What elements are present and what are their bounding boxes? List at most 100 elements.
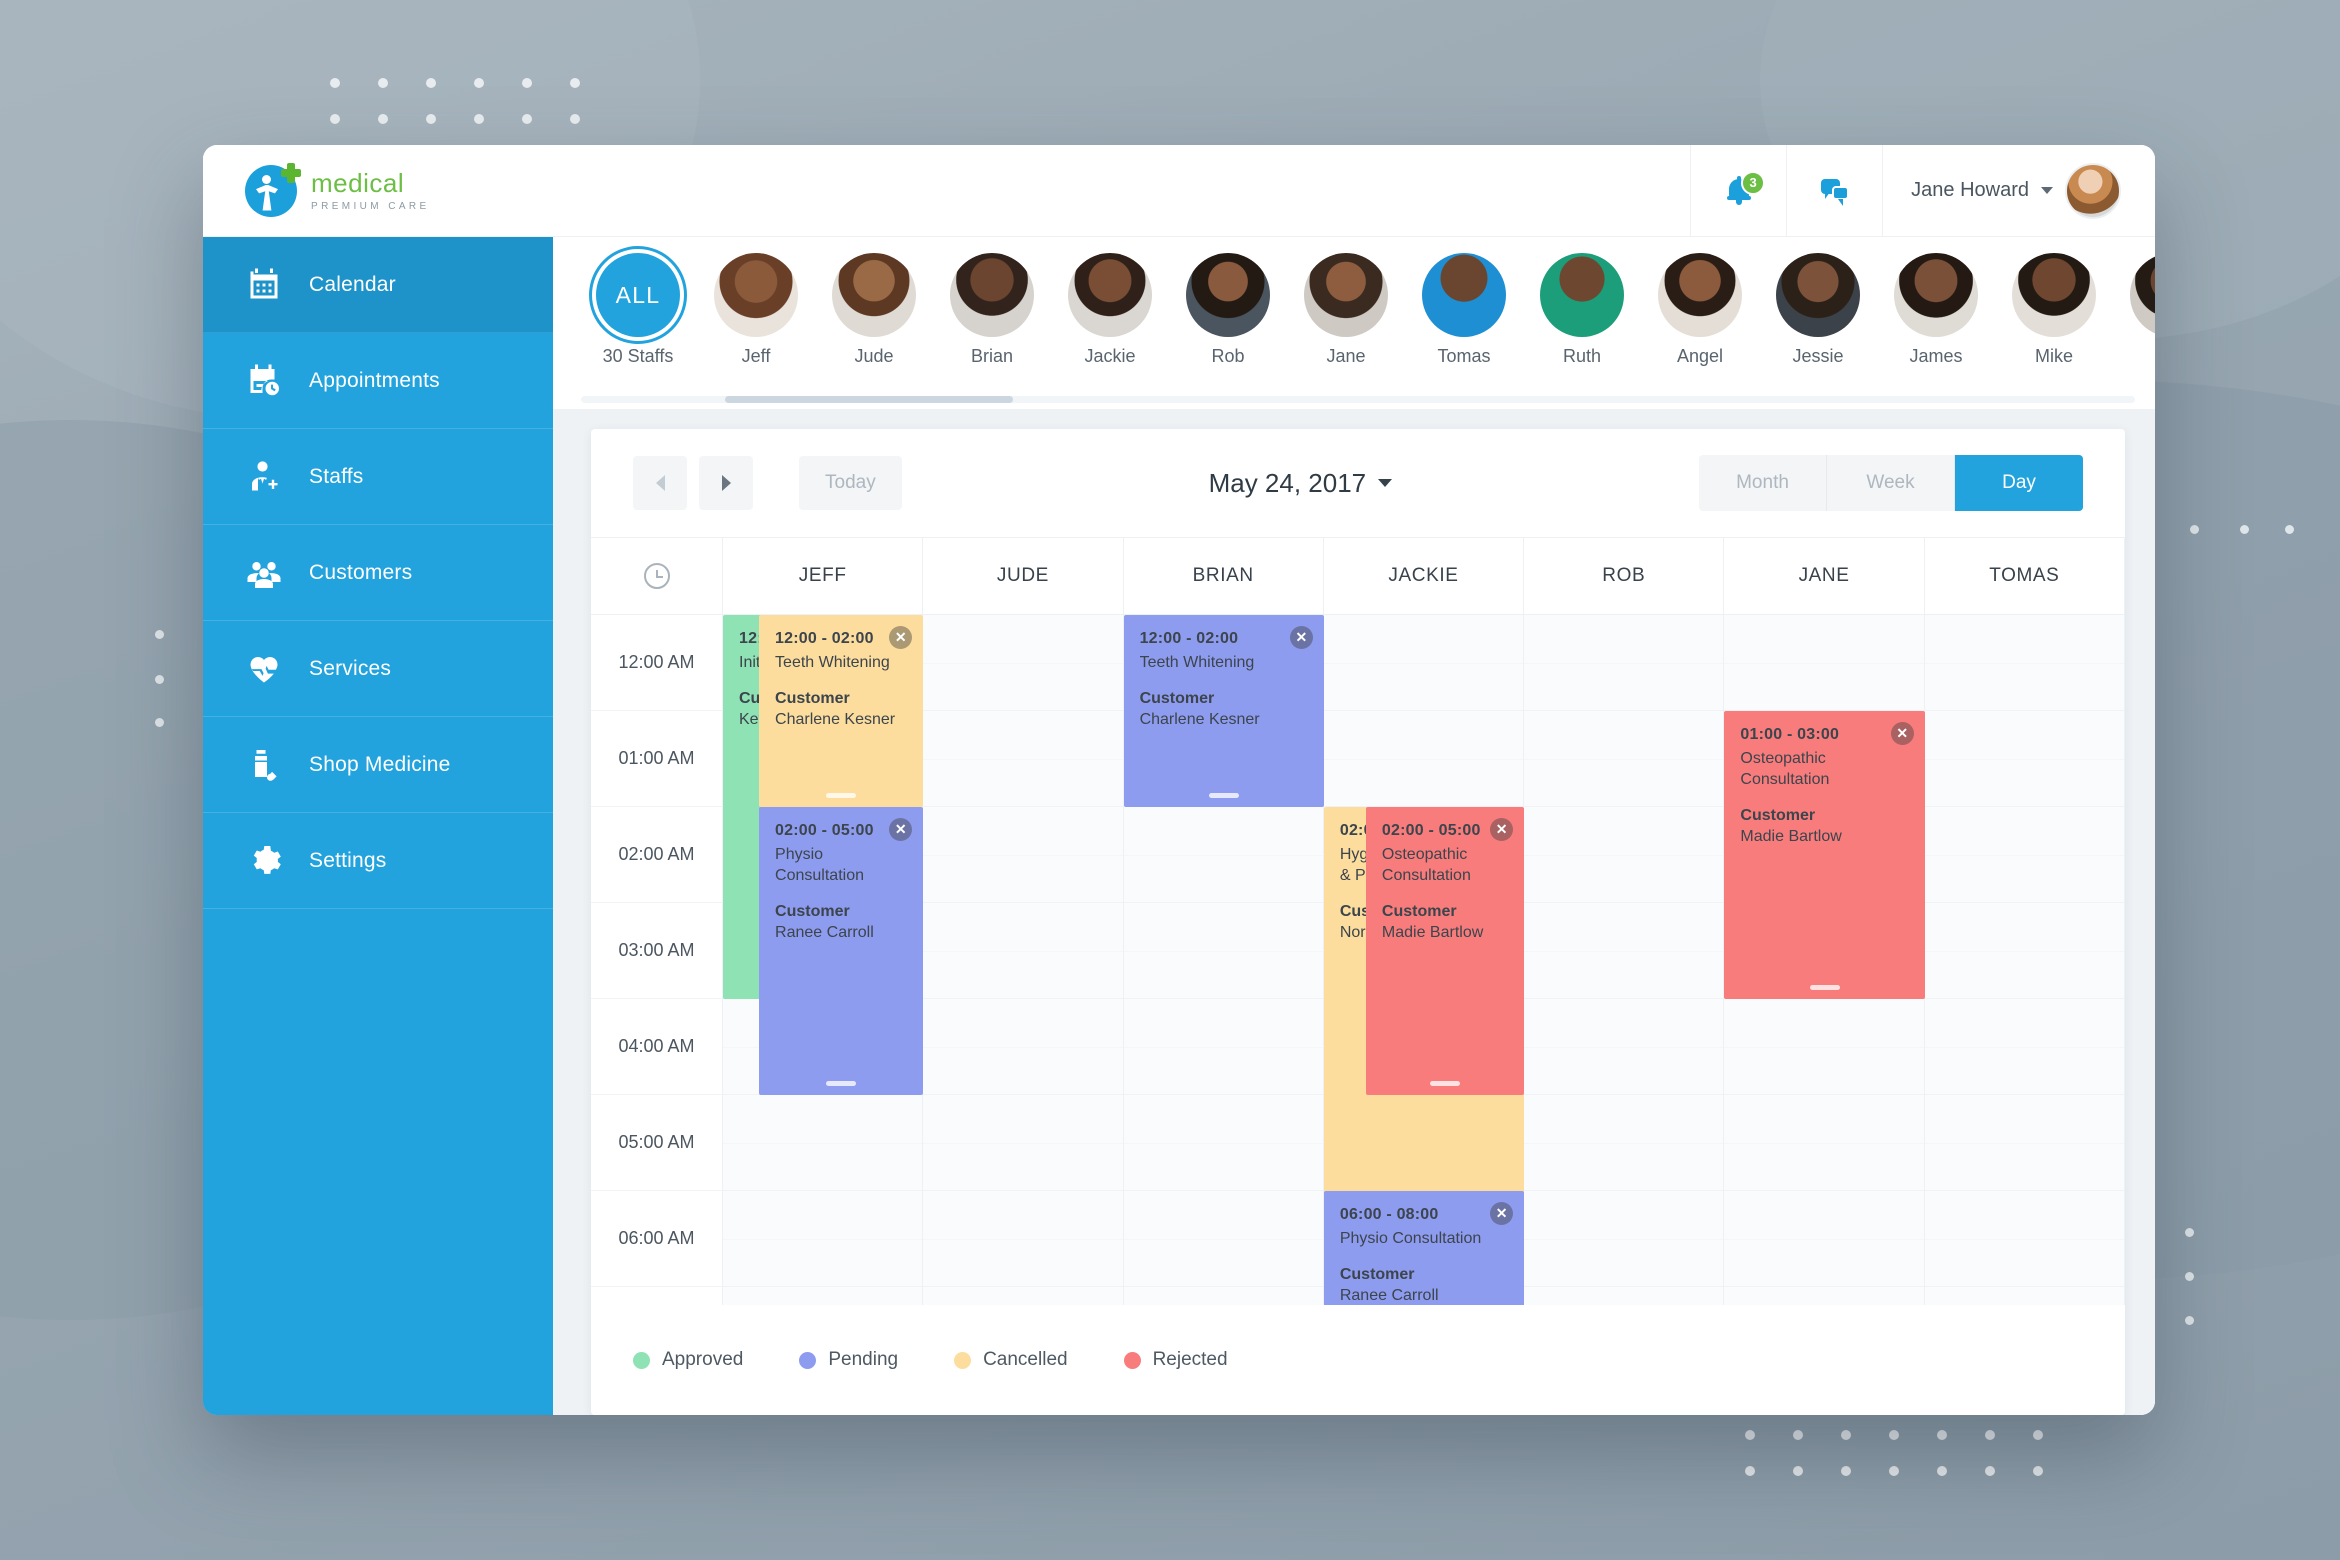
calendar-cell-rob[interactable] [1524, 903, 1725, 999]
calendar-cell-jude[interactable] [923, 711, 1124, 807]
calendar-cell-tomas[interactable] [1924, 615, 2125, 711]
column-header-jane[interactable]: JANE [1724, 538, 1925, 614]
event-resize-handle[interactable] [1430, 1081, 1461, 1086]
user-menu[interactable]: Jane Howard [1882, 145, 2155, 237]
date-picker[interactable]: May 24, 2017 [1209, 468, 1393, 499]
calendar-cell-tomas[interactable] [1924, 1095, 2125, 1191]
calendar-cell-jeff[interactable] [723, 1287, 924, 1305]
calendar-cell-rob[interactable] [1524, 1095, 1725, 1191]
calendar-cell-rob[interactable] [1524, 1191, 1725, 1287]
calendar-cell-brian[interactable] [1123, 903, 1324, 999]
calendar-event[interactable]: 02:00 - 05:00 Physio Consultation Customer… [759, 807, 924, 1095]
today-button[interactable]: Today [799, 456, 902, 510]
notifications-button[interactable]: 3 [1690, 145, 1786, 237]
calendar-cell-rob[interactable] [1524, 1287, 1725, 1305]
column-header-brian[interactable]: BRIAN [1124, 538, 1324, 614]
legend-dot [799, 1351, 817, 1369]
staff-filter-jeff[interactable]: Jeff [697, 253, 815, 367]
calendar-cell-rob[interactable] [1524, 807, 1725, 903]
calendar-cell-jude[interactable] [923, 1287, 1124, 1305]
calendar-event[interactable]: 02:00 - 05:00 Osteopathic Consultation Cust… [1365, 807, 1525, 1095]
staff-filter-dan[interactable]: Dan [2113, 253, 2155, 367]
staff-filter-jessie[interactable]: Jessie [1759, 253, 1877, 367]
column-header-jeff[interactable]: JEFF [723, 538, 924, 614]
close-circle-icon[interactable]: ✕ [1890, 722, 1914, 745]
close-circle-icon[interactable]: ✕ [1289, 626, 1313, 649]
calendar-cell-brian[interactable] [1123, 1191, 1324, 1287]
avatar[interactable] [2065, 162, 2121, 219]
calendar-event[interactable]: 12:00 - 02:00 Teeth Whitening Customer Char… [1123, 615, 1324, 807]
calendar-cell-jude[interactable] [923, 903, 1124, 999]
calendar-cell-jude[interactable] [923, 615, 1124, 711]
sidebar-item-customers[interactable]: Customers [203, 525, 553, 621]
calendar-cell-jude[interactable] [923, 807, 1124, 903]
staff-filter-james[interactable]: James [1877, 253, 1995, 367]
sidebar-item-calendar[interactable]: Calendar [203, 237, 553, 333]
calendar-cell-jackie[interactable] [1323, 615, 1525, 711]
sidebar-item-services[interactable]: Services [203, 621, 553, 717]
staff-strip-scrollbar[interactable] [553, 396, 2155, 403]
calendar-cell-rob[interactable] [1524, 711, 1725, 807]
event-resize-handle[interactable] [826, 1081, 857, 1086]
staff-filter-angel[interactable]: Angel [1641, 253, 1759, 367]
calendar-cell-jude[interactable] [923, 1095, 1124, 1191]
calendar-cell-jane[interactable] [1724, 999, 1925, 1095]
calendar-cell-brian[interactable] [1123, 807, 1324, 903]
event-resize-handle[interactable] [1809, 985, 1840, 990]
sidebar-item-label: Calendar [309, 272, 396, 296]
scrollbar-thumb[interactable] [725, 396, 1013, 403]
staff-filter-jackie[interactable]: Jackie [1051, 253, 1169, 367]
staff-filter-jude[interactable]: Jude [815, 253, 933, 367]
column-header-tomas[interactable]: TOMAS [1925, 538, 2125, 614]
calendar-cell-brian[interactable] [1123, 1095, 1324, 1191]
calendar-cell-tomas[interactable] [1924, 999, 2125, 1095]
close-circle-icon[interactable]: ✕ [1490, 1202, 1514, 1225]
calendar-cell-brian[interactable] [1123, 999, 1324, 1095]
prev-button[interactable] [633, 456, 687, 510]
staff-filter-mike[interactable]: Mike [1995, 253, 2113, 367]
calendar-cell-jude[interactable] [923, 999, 1124, 1095]
sidebar-item-settings[interactable]: Settings [203, 813, 553, 909]
event-resize-handle[interactable] [1208, 793, 1239, 798]
column-header-rob[interactable]: ROB [1524, 538, 1725, 614]
calendar-cell-tomas[interactable] [1924, 711, 2125, 807]
calendar-cell-jeff[interactable] [723, 1191, 924, 1287]
calendar-cell-rob[interactable] [1524, 999, 1725, 1095]
column-header-jackie[interactable]: JACKIE [1324, 538, 1525, 614]
calendar-cell-jeff[interactable] [723, 1095, 924, 1191]
brand-logo[interactable]: medical PREMIUM CARE [203, 162, 553, 217]
calendar-event[interactable]: 06:00 - 08:00 Physio Consultation Customer… [1323, 1191, 1525, 1305]
staff-filter-all[interactable]: ALL 30 Staffs [579, 253, 697, 367]
view-week-button[interactable]: Week [1827, 455, 1956, 511]
sidebar-item-staffs[interactable]: Staffs [203, 429, 553, 525]
event-resize-handle[interactable] [826, 793, 857, 798]
calendar-cell-tomas[interactable] [1924, 1287, 2125, 1305]
calendar-cell-jane[interactable] [1724, 615, 1925, 711]
calendar-cell-tomas[interactable] [1924, 1191, 2125, 1287]
staff-filter-brian[interactable]: Brian [933, 253, 1051, 367]
staff-filter-tomas[interactable]: Tomas [1405, 253, 1523, 367]
calendar-cell-rob[interactable] [1524, 615, 1725, 711]
staff-filter-ruth[interactable]: Ruth [1523, 253, 1641, 367]
calendar-grid: 12:00 AM 01:00 AM 02:00 AM 03:00 AM 04:00 AM… [591, 615, 2125, 1305]
view-day-button[interactable]: Day [1955, 455, 2084, 511]
next-button[interactable] [699, 456, 753, 510]
view-month-button[interactable]: Month [1699, 455, 1828, 511]
calendar-cell-jane[interactable] [1724, 1095, 1925, 1191]
calendar-cell-tomas[interactable] [1924, 807, 2125, 903]
messages-button[interactable] [1786, 145, 1882, 237]
calendar-event[interactable]: 12:00 - 02:00 Teeth Whitening Customer Char… [759, 615, 924, 807]
calendar-cell-jane[interactable] [1724, 1191, 1925, 1287]
close-circle-icon[interactable]: ✕ [1490, 818, 1514, 841]
sidebar-item-shop-medicine[interactable]: Shop Medicine [203, 717, 553, 813]
sidebar-item-appointments[interactable]: Appointments [203, 333, 553, 429]
calendar-cell-jackie[interactable] [1323, 711, 1525, 807]
calendar-cell-tomas[interactable] [1924, 903, 2125, 999]
staff-filter-rob[interactable]: Rob [1169, 253, 1287, 367]
staff-filter-jane[interactable]: Jane [1287, 253, 1405, 367]
column-header-jude[interactable]: JUDE [923, 538, 1124, 614]
calendar-event[interactable]: 01:00 - 03:00 Osteopathic Consultation Cust… [1724, 711, 1925, 999]
calendar-cell-jude[interactable] [923, 1191, 1124, 1287]
calendar-cell-brian[interactable] [1123, 1287, 1324, 1305]
calendar-cell-jane[interactable] [1724, 1287, 1925, 1305]
